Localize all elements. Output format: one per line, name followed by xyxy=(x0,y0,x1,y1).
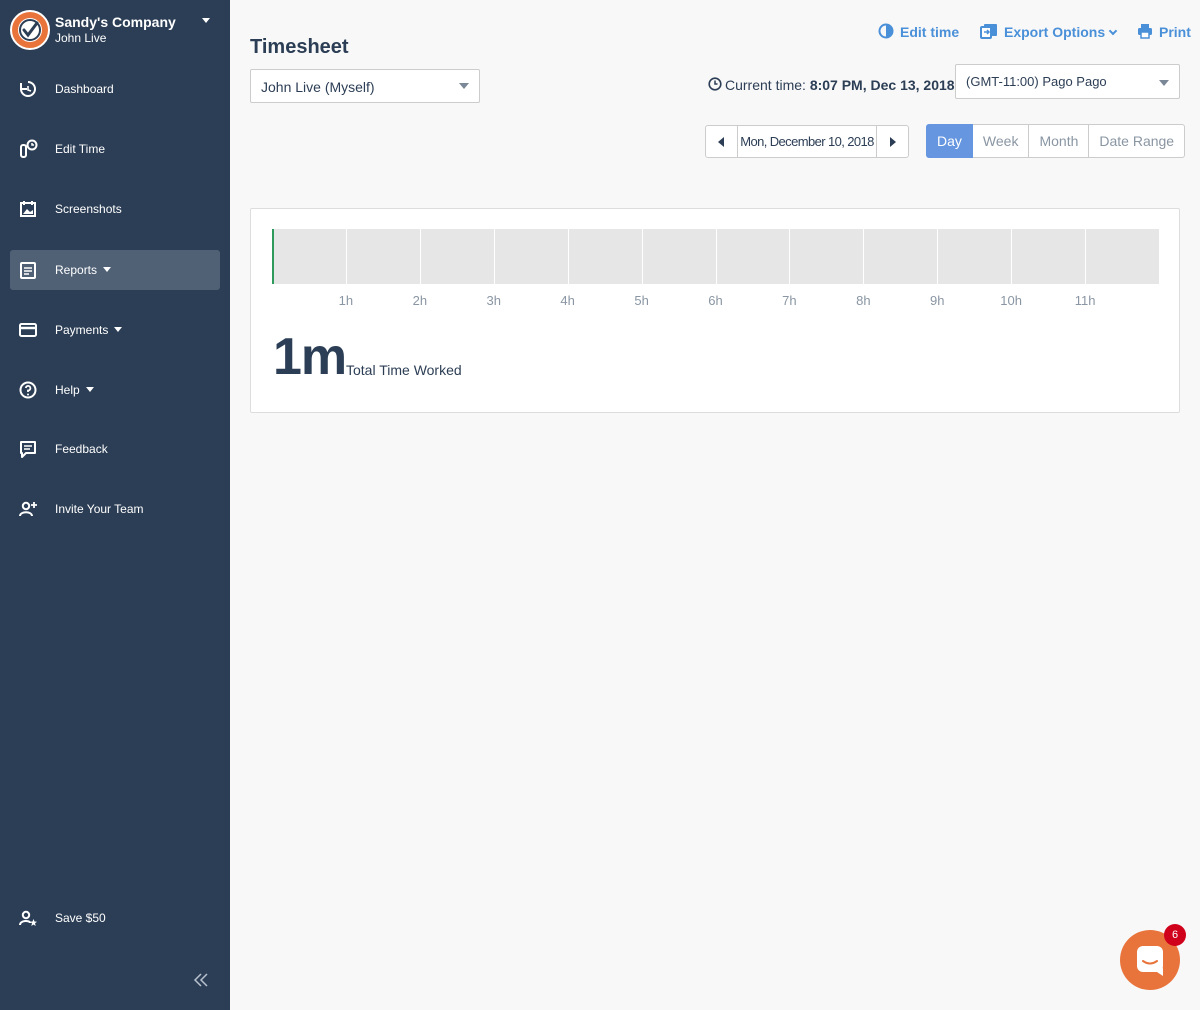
reports-icon xyxy=(20,262,36,279)
chevron-down-icon xyxy=(103,267,112,273)
current-time: Current time: 8:07 PM, Dec 13, 2018 xyxy=(708,77,955,93)
export-options-dropdown[interactable]: Export Options xyxy=(980,24,1118,41)
timeline-tick-label: 1h xyxy=(338,293,354,308)
timeline-hour-divider xyxy=(715,229,717,284)
timeline-hour-divider xyxy=(863,229,865,284)
current-user-name: John Live xyxy=(55,31,107,45)
sidebar: Sandy's Company John Live Dashboard Edit… xyxy=(0,0,230,1010)
sidebar-item-label: Dashboard xyxy=(55,82,114,96)
sidebar-item-label: Invite Your Team xyxy=(55,502,144,516)
sidebar-item-payments[interactable]: Payments xyxy=(10,310,220,350)
timeline-bar xyxy=(272,229,1159,284)
total-time-label: Total Time Worked xyxy=(346,362,462,378)
sidebar-item-dashboard[interactable]: Dashboard xyxy=(10,69,220,109)
clock-icon xyxy=(708,77,722,91)
user-select[interactable]: John Live (Myself) xyxy=(250,69,480,103)
print-link[interactable]: Print xyxy=(1137,24,1191,41)
print-icon xyxy=(1138,24,1152,40)
range-week-button[interactable]: Week xyxy=(972,124,1030,158)
range-day-button[interactable]: Day xyxy=(926,124,973,158)
timeline-hour-divider xyxy=(1011,229,1013,284)
sidebar-item-label: Screenshots xyxy=(55,202,122,216)
caret-down-icon xyxy=(1159,80,1169,86)
selected-date[interactable]: Mon, December 10, 2018 xyxy=(737,125,877,158)
sidebar-item-reports[interactable]: Reports xyxy=(10,250,220,290)
timeline-tick-label: 6h xyxy=(708,293,723,308)
timeline-hour-divider xyxy=(493,229,495,284)
sidebar-item-label: Reports xyxy=(55,263,112,277)
timeline-tick-label: 8h xyxy=(856,293,871,308)
sidebar-item-invite-your-team[interactable]: Invite Your Team xyxy=(10,489,220,529)
feedback-icon xyxy=(20,441,36,458)
page-title: Timesheet xyxy=(250,36,349,58)
add-user-icon xyxy=(19,501,37,517)
sidebar-item-label: Edit Time xyxy=(55,142,106,156)
edit-time-icon xyxy=(20,139,38,158)
range-selector: Day Week Month Date Range xyxy=(926,124,1186,158)
clock-edit-icon xyxy=(878,23,894,39)
timeline-tick-label: 5h xyxy=(634,293,649,308)
timesheet-card: 1h 2h 3h 4h 5h 6h 7h 8h 9h 10h 11h 1m Total Time W… xyxy=(250,208,1180,413)
date-navigator: Mon, December 10, 2018 xyxy=(705,125,909,158)
timezone-select-value: (GMT-11:00) Pago Pago xyxy=(966,74,1107,89)
chevron-down-icon xyxy=(114,327,123,333)
sidebar-item-feedback[interactable]: Feedback xyxy=(10,429,220,469)
timeline-tick-label: 11h xyxy=(1074,293,1096,308)
sidebar-item-screenshots[interactable]: Screenshots xyxy=(10,189,220,229)
timeline-hour-divider xyxy=(345,229,347,284)
sidebar-item-label: Save $50 xyxy=(55,911,106,925)
total-time-value: 1m xyxy=(273,328,347,386)
sidebar-item-label: Feedback xyxy=(55,442,108,456)
screenshots-icon xyxy=(20,201,36,217)
chat-launcher-button[interactable]: 6 xyxy=(1120,924,1186,990)
timeline-hour-divider xyxy=(419,229,421,284)
caret-down-icon xyxy=(459,83,469,89)
timeline-hour-divider xyxy=(567,229,569,284)
company-switcher[interactable]: Sandy's Company John Live xyxy=(10,10,220,50)
timeline-tick-label: 7h xyxy=(782,293,797,308)
dashboard-icon xyxy=(20,81,36,97)
timeline-hour-divider xyxy=(937,229,939,284)
current-time-label: Current time: xyxy=(725,77,806,93)
user-star-icon xyxy=(19,910,37,926)
timeline-hour-divider xyxy=(1085,229,1087,284)
timeline-hour-divider xyxy=(789,229,791,284)
chevron-down-icon xyxy=(202,18,210,23)
range-month-button[interactable]: Month xyxy=(1029,124,1090,158)
chevron-down-icon xyxy=(1108,26,1118,36)
sidebar-item-help[interactable]: Help xyxy=(10,370,220,410)
timeline-hour-divider xyxy=(641,229,643,284)
sidebar-item-edit-time[interactable]: Edit Time xyxy=(10,129,220,169)
timeline-tick-label: 3h xyxy=(486,293,501,308)
export-icon xyxy=(980,24,997,40)
next-day-button[interactable] xyxy=(876,125,909,158)
timeline-tick-label: 10h xyxy=(1000,293,1023,308)
current-time-value: 8:07 PM, Dec 13, 2018 xyxy=(809,77,955,93)
range-date-range-button[interactable]: Date Range xyxy=(1089,124,1186,158)
user-select-value: John Live (Myself) xyxy=(261,79,375,95)
company-logo xyxy=(10,10,50,50)
collapse-sidebar-icon[interactable] xyxy=(192,970,210,990)
previous-day-button[interactable] xyxy=(705,125,738,158)
sidebar-item-label: Payments xyxy=(55,323,123,337)
timezone-select[interactable]: (GMT-11:00) Pago Pago xyxy=(955,64,1180,99)
timeline-tick-label: 2h xyxy=(412,293,428,308)
worked-time-segment xyxy=(272,229,274,284)
sidebar-item-label: Help xyxy=(55,383,94,397)
timeline-tick-label: 9h xyxy=(930,293,945,308)
company-name: Sandy's Company xyxy=(55,14,176,30)
sidebar-item-save-50[interactable]: Save $50 xyxy=(10,898,220,938)
credit-card-icon xyxy=(19,323,37,337)
help-icon xyxy=(19,381,37,399)
chevron-down-icon xyxy=(85,387,94,393)
edit-time-link[interactable]: Edit time xyxy=(878,23,959,41)
timeline-tick-label: 4h xyxy=(560,293,575,308)
chat-unread-badge: 6 xyxy=(1164,924,1186,946)
